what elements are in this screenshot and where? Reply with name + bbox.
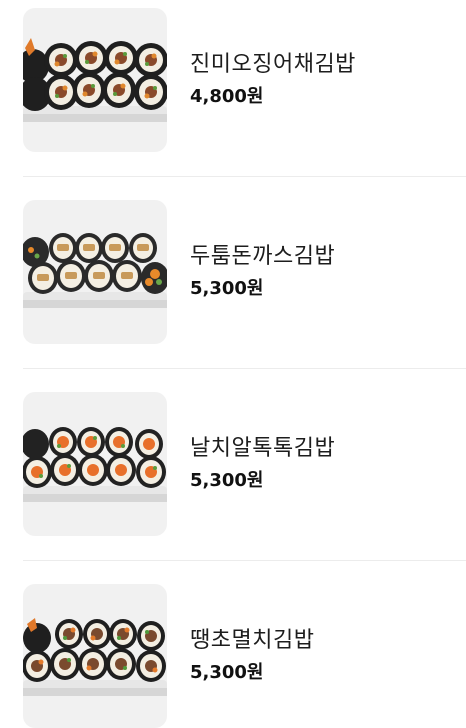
menu-item[interactable]: 두툼돈까스김밥 5,300원 [0,192,466,344]
divider [23,176,466,177]
menu-item-name[interactable]: 날치알톡톡김밥 [190,430,335,462]
menu-item-name[interactable]: 진미오징어채김밥 [190,46,356,78]
kimbap-photo-icon [23,233,167,308]
menu-item-name[interactable]: 땡초멸치김밥 [190,622,314,654]
menu-item-image[interactable] [23,8,167,152]
kimbap-photo-icon [23,427,167,502]
menu-item-image[interactable] [23,584,167,728]
menu-item-price: 5,300원 [190,470,264,491]
menu-item[interactable]: 땡초멸치김밥 5,300원 [0,576,466,728]
menu-item-name[interactable]: 두툼돈까스김밥 [190,238,335,270]
divider [23,368,466,369]
menu-item-price: 5,300원 [190,278,264,299]
menu-item-image[interactable] [23,392,167,536]
menu-item[interactable]: 날치알톡톡김밥 5,300원 [0,384,466,536]
kimbap-photo-icon [23,38,167,122]
menu-item-price: 5,300원 [190,662,264,683]
menu-item-price: 4,800원 [190,86,264,107]
kimbap-photo-icon [23,618,167,696]
divider [23,560,466,561]
menu-item[interactable]: 진미오징어채김밥 4,800원 [0,0,466,152]
menu-item-image[interactable] [23,200,167,344]
menu-list: 진미오징어채김밥 4,800원 두툼돈까스김밥 5,300원 날치알톡톡김밥 5… [0,0,466,728]
